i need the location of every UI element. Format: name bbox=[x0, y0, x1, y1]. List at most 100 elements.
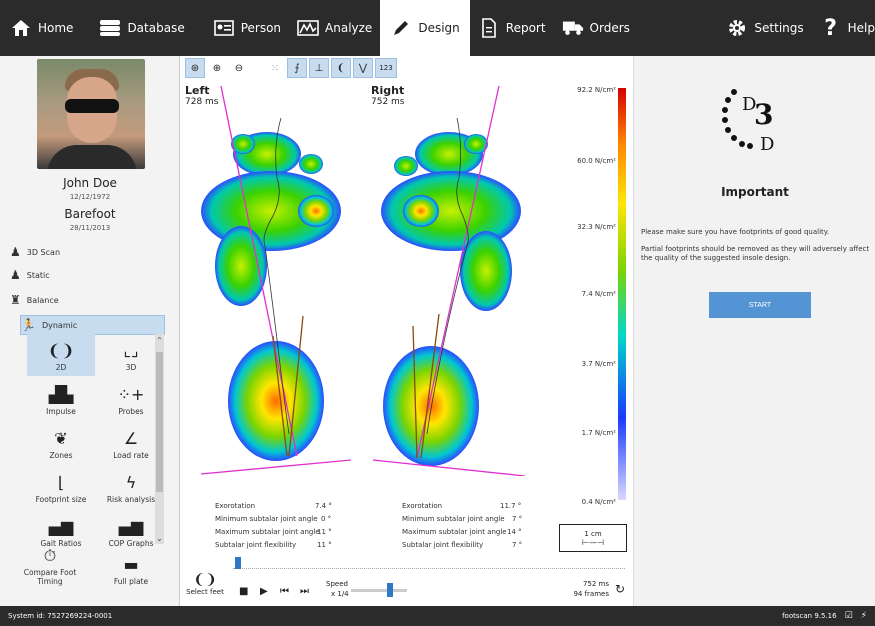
nav-person[interactable]: Person bbox=[205, 0, 289, 56]
help-icon: ? bbox=[824, 15, 838, 41]
plug-icon: ⚡ bbox=[860, 611, 867, 621]
svg-text:3: 3 bbox=[754, 98, 773, 131]
next-frame-button[interactable]: ⏭ bbox=[300, 586, 309, 597]
tools-scrollbar[interactable] bbox=[155, 334, 164, 544]
right-metric-value: 14 ° bbox=[507, 528, 522, 536]
nav-report[interactable]: Report bbox=[470, 0, 554, 56]
svg-text:D: D bbox=[760, 134, 774, 155]
nav-help-label: Help bbox=[847, 21, 875, 35]
colorbar-label: 3.7 N/cm² bbox=[581, 360, 616, 368]
tool-impulse[interactable]: ▟▙ Impulse bbox=[27, 378, 95, 420]
nav-home-label: Home bbox=[38, 21, 74, 35]
top-navigation: Home Database Person Analyze Design Repo… bbox=[0, 0, 875, 56]
sidebar-item-3d-scan[interactable]: ♟ 3D Scan bbox=[10, 242, 160, 262]
sidebar-item-dynamic[interactable]: 🏃 Dynamic bbox=[20, 315, 165, 335]
nav-settings[interactable]: Settings bbox=[718, 0, 811, 56]
play-button[interactable]: ▶ bbox=[260, 586, 268, 597]
right-metric-value: 11.7 ° bbox=[500, 502, 522, 510]
left-metric-value: 11 ° bbox=[317, 541, 332, 549]
status-bar: System id: 7527269224-0001 footscan 9.5.… bbox=[0, 606, 875, 626]
sidebar-item-balance[interactable]: ♜ Balance bbox=[10, 290, 160, 310]
tool-full-plate[interactable]: ▬ Full plate bbox=[97, 548, 165, 590]
nav-home[interactable]: Home bbox=[0, 0, 81, 56]
colorbar-label: 7.4 N/cm² bbox=[581, 290, 616, 298]
tool-label: Load rate bbox=[113, 451, 149, 460]
gait-ratios-icon: ▄▆ bbox=[48, 517, 74, 536]
sidebar-item-label: Balance bbox=[26, 295, 59, 305]
pressure-colorbar bbox=[618, 88, 626, 500]
speed-label: Speed bbox=[326, 580, 348, 588]
database-icon bbox=[99, 17, 121, 39]
footprints-icon: ❨❩ bbox=[193, 572, 217, 588]
sidebar-item-label: 3D Scan bbox=[26, 247, 61, 257]
scroll-up-icon[interactable]: ⌃ bbox=[155, 336, 164, 345]
nav-orders[interactable]: Orders bbox=[554, 0, 638, 56]
nav-orders-label: Orders bbox=[589, 21, 630, 35]
nav-person-label: Person bbox=[240, 21, 282, 35]
design-info-panel: 3 D D Important Please make sure you hav… bbox=[633, 56, 875, 606]
checkbox-icon[interactable]: ☑ bbox=[845, 611, 853, 621]
balance-icon: ♜ bbox=[10, 293, 21, 307]
panel-text-quality: Please make sure you have footprints of … bbox=[641, 228, 830, 236]
loop-button[interactable]: ↻ bbox=[615, 582, 625, 596]
risk-analysis-icon: ϟ bbox=[125, 473, 137, 492]
current-time: 752 ms bbox=[582, 580, 609, 588]
scan-icon: ♟ bbox=[10, 245, 21, 259]
nav-report-label: Report bbox=[505, 21, 546, 35]
start-button[interactable]: START bbox=[709, 292, 811, 318]
right-metric-label: Minimum subtalar joint angle bbox=[402, 515, 505, 523]
timeline-slider[interactable] bbox=[233, 557, 625, 569]
scale-indicator: 1 cm ⊢—⊣ bbox=[559, 524, 627, 552]
select-feet-button[interactable]: ❨❩ Select feet bbox=[185, 572, 225, 596]
prev-frame-button[interactable]: ⏮ bbox=[280, 586, 289, 597]
tool-footprint-size[interactable]: ⌊ Footprint size bbox=[27, 466, 95, 508]
tool-label: COP Graphs bbox=[108, 539, 154, 548]
nav-design[interactable]: Design bbox=[380, 0, 470, 56]
patient-dob: 12/12/1972 bbox=[69, 193, 111, 201]
tool-compare-foot-timing[interactable]: ⏱ Compare Foot Timing bbox=[10, 547, 90, 590]
analyze-icon bbox=[297, 17, 319, 39]
speed-slider[interactable] bbox=[351, 583, 407, 597]
colorbar-label: 60.0 N/cm² bbox=[577, 157, 616, 165]
colorbar-label: 1.7 N/cm² bbox=[581, 429, 616, 437]
timeline-handle[interactable] bbox=[235, 557, 241, 569]
right-metric-label: Exorotation bbox=[402, 502, 443, 510]
footprints-2d-icon: ❨❩ bbox=[47, 341, 75, 360]
nav-database[interactable]: Database bbox=[91, 0, 192, 56]
left-metric-label: Exorotation bbox=[215, 502, 256, 510]
measurement-date: 28/11/2013 bbox=[69, 224, 111, 232]
nav-help[interactable]: ? Help bbox=[812, 0, 875, 56]
colorbar-label: 32.3 N/cm² bbox=[577, 223, 616, 231]
home-icon bbox=[10, 17, 32, 39]
play-icon: ▶ bbox=[260, 586, 268, 597]
person-card-icon bbox=[213, 17, 235, 39]
speed-slider-handle[interactable] bbox=[387, 583, 393, 597]
tool-label: Footprint size bbox=[35, 495, 87, 504]
nav-analyze[interactable]: Analyze bbox=[289, 0, 380, 56]
sidebar-item-static[interactable]: ♟ Static bbox=[10, 265, 160, 285]
pencil-icon bbox=[390, 17, 412, 39]
tool-label: Impulse bbox=[46, 407, 76, 416]
left-metric-label: Minimum subtalar joint angle bbox=[215, 515, 318, 523]
nav-analyze-label: Analyze bbox=[325, 21, 373, 35]
left-metric-value: 7.4 ° bbox=[315, 502, 332, 510]
gear-icon bbox=[726, 17, 748, 39]
scroll-down-icon[interactable]: ⌄ bbox=[155, 534, 164, 543]
tool-label: Compare Foot Timing bbox=[23, 568, 77, 586]
footprint-3d-icon: ⌞⌟ bbox=[123, 341, 139, 360]
patient-name: John Doe bbox=[63, 176, 117, 190]
select-feet-label: Select feet bbox=[186, 588, 224, 596]
right-footprint bbox=[381, 132, 521, 466]
d3d-logo: 3 D D bbox=[722, 89, 774, 155]
system-id: System id: 7527269224-0001 bbox=[8, 612, 113, 620]
playback-controls: ❨❩ Select feet ■ ▶ ⏮ ⏭ Speed x 1/4 752 m… bbox=[181, 572, 633, 606]
tool-2d[interactable]: ❨❩ 2D bbox=[27, 334, 95, 376]
static-icon: ♟ bbox=[10, 268, 21, 282]
right-metric-value: 7 ° bbox=[512, 541, 523, 549]
nav-design-label: Design bbox=[418, 21, 460, 35]
pressure-plot[interactable] bbox=[181, 56, 633, 476]
tool-gait-ratios[interactable]: ▄▆ Gait Ratios bbox=[27, 510, 95, 552]
stop-button[interactable]: ■ bbox=[239, 586, 248, 597]
footprint-size-icon: ⌊ bbox=[57, 473, 65, 492]
tool-zones[interactable]: ❦ Zones bbox=[27, 422, 95, 464]
